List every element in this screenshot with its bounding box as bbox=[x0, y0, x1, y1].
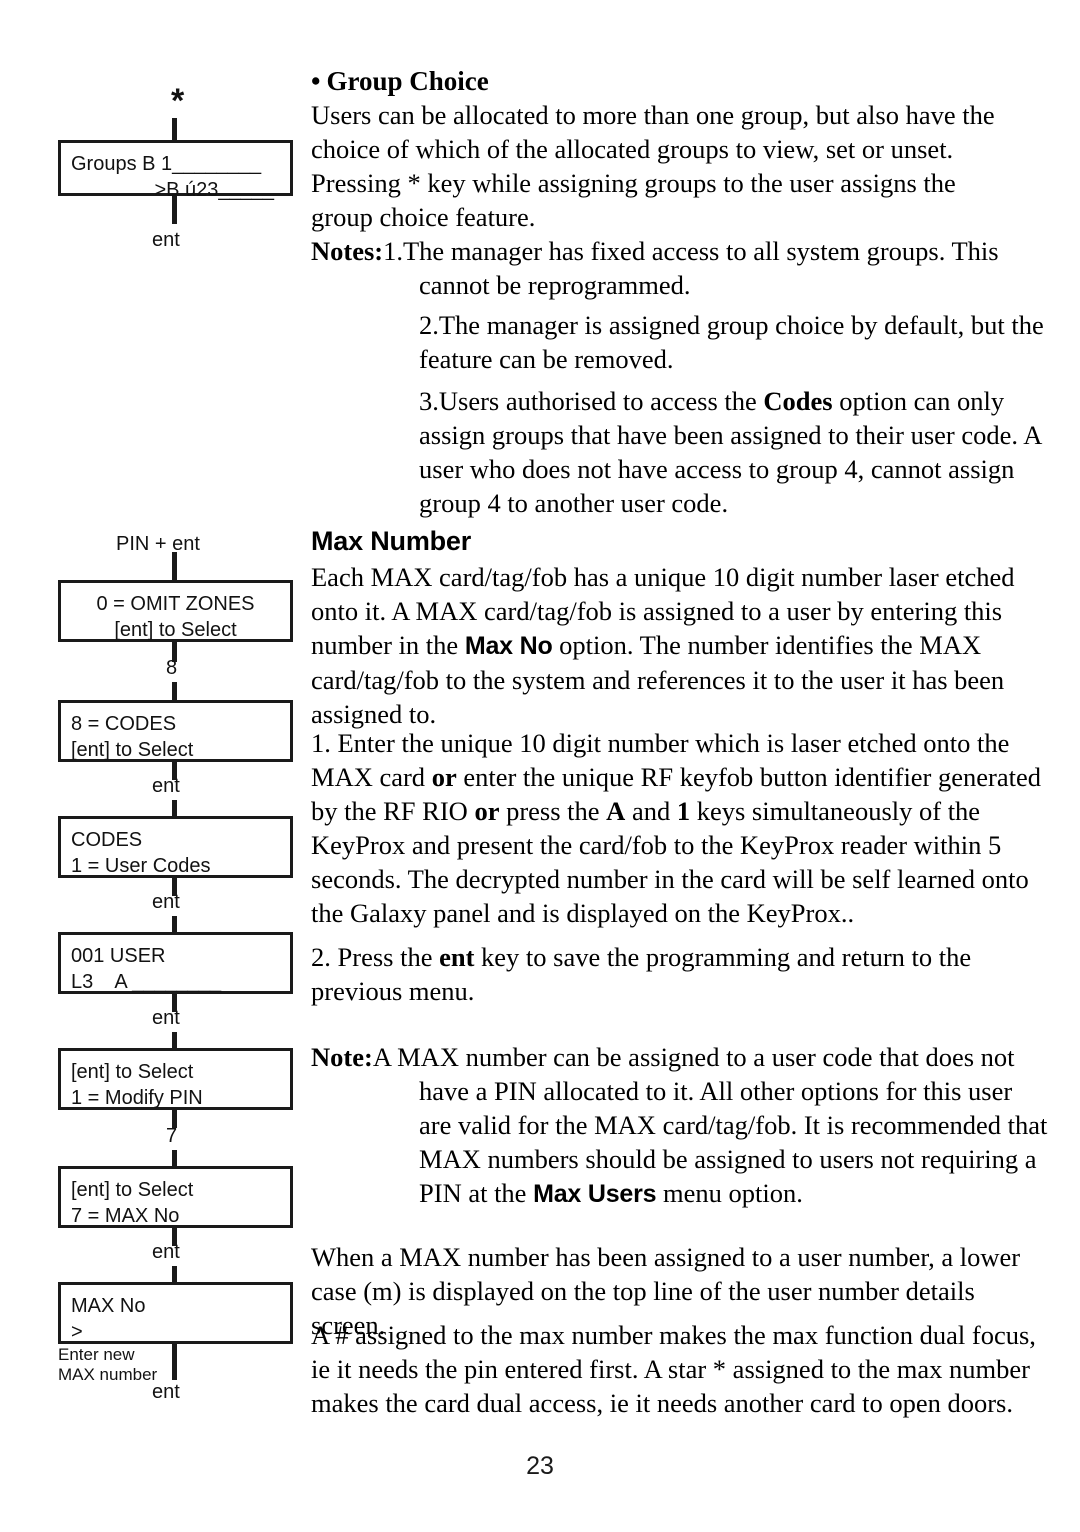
lcd-box-omit-zones: 0 = OMIT ZONES [ent] to Select bbox=[58, 580, 293, 642]
notes-block-1: Notes:1.The manager has fixed access to … bbox=[311, 234, 1051, 302]
note-1-number: 1. bbox=[383, 236, 403, 266]
note-label: Note: bbox=[311, 1042, 373, 1072]
lcd-line-2: 1 = Modify PIN bbox=[71, 1087, 203, 1109]
connector-line bbox=[172, 916, 177, 932]
note-2-text: The manager is assigned group choice by … bbox=[419, 310, 1044, 374]
step-2-a: Press the bbox=[330, 942, 440, 972]
flow-label-entry: PIN + ent bbox=[116, 533, 200, 555]
lcd-box-groups: Groups B 1________ >B ú23_____ bbox=[58, 140, 293, 201]
lcd-box-modify-pin: [ent] to Select 1 = Modify PIN bbox=[58, 1048, 293, 1110]
max-number-heading: Max Number bbox=[311, 524, 1051, 558]
note-2-number: 2. bbox=[419, 310, 439, 340]
connector-line bbox=[172, 1266, 177, 1282]
connector-line bbox=[172, 552, 177, 580]
lcd-line-1: 8 = CODES bbox=[71, 713, 177, 735]
step-1-e: and bbox=[625, 796, 677, 826]
notes-label: Notes: bbox=[311, 236, 384, 266]
step-1-bold-or-2: or bbox=[474, 796, 500, 826]
connector-line bbox=[172, 196, 177, 224]
max-number-note: Note:A MAX number can be assigned to a u… bbox=[311, 1040, 1051, 1211]
max-users-bold: Max Users bbox=[533, 1180, 657, 1208]
lcd-line-2: 1 = User Codes bbox=[71, 855, 211, 877]
lcd-line-1: Groups B 1________ bbox=[71, 153, 262, 175]
lcd-line-2: 7 = MAX No bbox=[71, 1205, 180, 1227]
lcd-line-1: [ent] to Select bbox=[71, 1179, 194, 1201]
step-1-bold-or-1: or bbox=[431, 762, 457, 792]
note-body-b: menu option. bbox=[656, 1178, 803, 1208]
connector-line bbox=[172, 682, 177, 700]
step-1-d: press the bbox=[499, 796, 607, 826]
flow-label-ent: ent bbox=[152, 229, 180, 251]
lcd-box-max-no-select: [ent] to Select 7 = MAX No bbox=[58, 1166, 293, 1228]
asterisk-key-label: * bbox=[171, 82, 185, 120]
group-choice-heading-text: Group Choice bbox=[326, 66, 489, 96]
max-number-step-2: 2. Press the ent key to save the program… bbox=[311, 940, 1051, 1008]
lcd-line-2: L3 A ________ bbox=[71, 971, 222, 993]
lcd-line-1: 0 = OMIT ZONES bbox=[96, 593, 255, 615]
connector-line bbox=[172, 1032, 177, 1048]
flow-note-enter-new-line1: Enter new bbox=[58, 1345, 135, 1364]
note-1-text: The manager has fixed access to all syst… bbox=[403, 236, 999, 300]
connector-line bbox=[172, 1150, 177, 1166]
flow-note-enter-new-line2: MAX number bbox=[58, 1365, 158, 1384]
max-number-step-1: 1. Enter the unique 10 digit number whic… bbox=[311, 726, 1051, 930]
step-2-bold-ent: ent bbox=[439, 942, 475, 972]
flow-label-ent: ent bbox=[152, 891, 180, 913]
max-number-heading-text: Max Number bbox=[311, 526, 472, 556]
max-no-bold: Max No bbox=[464, 632, 553, 660]
notes-block-2: 2.The manager is assigned group choice b… bbox=[311, 308, 1051, 376]
step-2-number: 2. bbox=[311, 942, 331, 972]
lcd-line-2: [ent] to Select bbox=[71, 739, 194, 761]
lcd-line-1: [ent] to Select bbox=[71, 1061, 194, 1083]
flowchart-column: * Groups B 1________ >B ú23_____ ent PIN… bbox=[0, 0, 300, 1532]
lcd-line-1: 001 USER bbox=[71, 945, 166, 967]
lcd-line-1: CODES bbox=[71, 829, 143, 851]
max-number-intro: Each MAX card/tag/fob has a unique 10 di… bbox=[311, 560, 1051, 731]
page-number: 23 bbox=[526, 1452, 554, 1480]
lcd-line-2: [ent] to Select bbox=[114, 619, 237, 641]
connector-line bbox=[172, 118, 177, 140]
group-choice-body: Users can be allocated to more than one … bbox=[311, 100, 995, 232]
note-3-number: 3. bbox=[419, 386, 439, 416]
step-1-number: 1. bbox=[311, 728, 331, 758]
lcd-box-codes-menu: 8 = CODES [ent] to Select bbox=[58, 700, 293, 762]
connector-line bbox=[172, 800, 177, 816]
lcd-line-2: > bbox=[71, 1321, 83, 1343]
flow-label-key-7: 7 bbox=[166, 1125, 178, 1147]
document-page: * Groups B 1________ >B ú23_____ ent PIN… bbox=[0, 0, 1080, 1532]
note-3-bold-codes: Codes bbox=[763, 386, 833, 416]
max-number-hash-star-para: A # assigned to the max number makes the… bbox=[311, 1320, 1036, 1418]
flow-label-ent: ent bbox=[152, 1007, 180, 1029]
flow-label-ent: ent bbox=[152, 1241, 180, 1263]
step-1-bold-1-key: 1 bbox=[676, 796, 691, 826]
lcd-box-user-codes: CODES 1 = User Codes bbox=[58, 816, 293, 878]
step-1-bold-a-key: A bbox=[606, 796, 626, 826]
note-3-text-before: Users authorised to access the bbox=[438, 386, 764, 416]
flow-label-ent: ent bbox=[152, 1381, 180, 1403]
lcd-box-user-001: 001 USER L3 A ________ bbox=[58, 932, 293, 994]
lcd-box-max-no-entry: MAX No > bbox=[58, 1282, 293, 1344]
lcd-line-1: MAX No bbox=[71, 1295, 146, 1317]
group-choice-heading: • Group Choice bbox=[311, 64, 1051, 98]
flow-label-ent: ent bbox=[152, 775, 180, 797]
notes-block-3: 3.Users authorised to access the Codes o… bbox=[311, 384, 1051, 520]
flow-label-key-8: 8 bbox=[166, 657, 178, 679]
connector-line bbox=[172, 1344, 177, 1380]
